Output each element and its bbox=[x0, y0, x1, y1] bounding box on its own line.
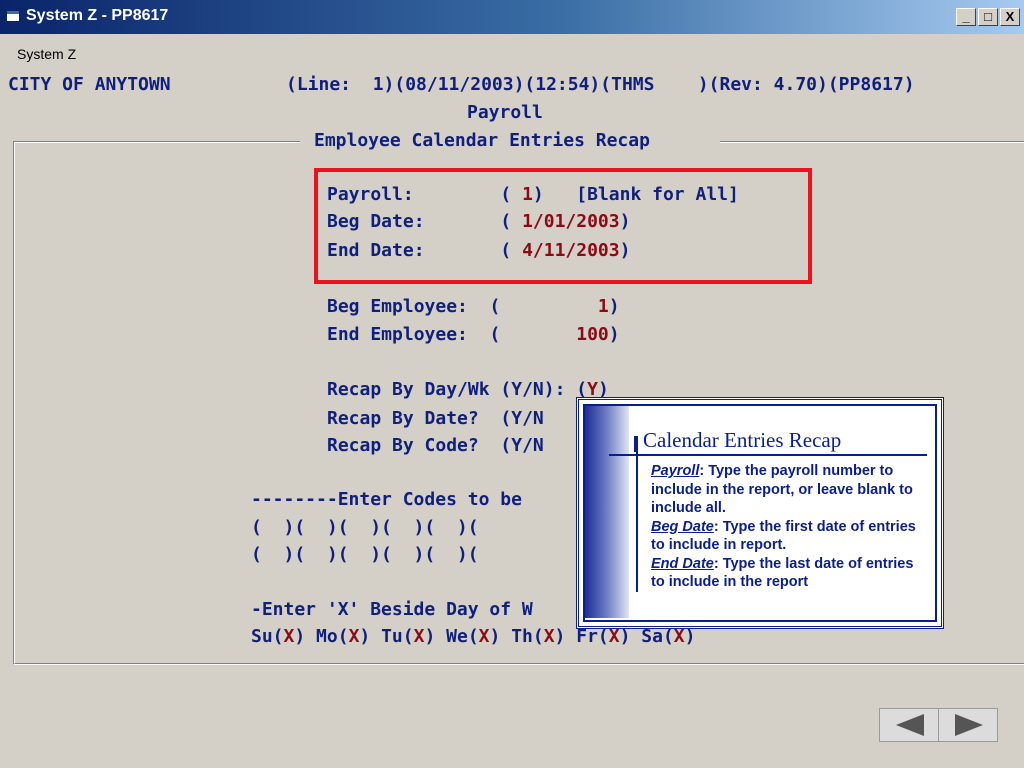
beg-employee-close: ) bbox=[608, 296, 620, 317]
recap-day-row: Recap By Day/Wk (Y/N): (Y) bbox=[327, 379, 609, 401]
days-heading: -Enter 'X' Beside Day of W bbox=[251, 599, 533, 620]
end-employee-row: End Employee: ( 100) bbox=[327, 324, 620, 346]
callout-title-tick bbox=[634, 436, 636, 452]
day-fr-close: ) bbox=[619, 626, 642, 647]
callout-body: Payroll: Type the payroll number to incl… bbox=[651, 462, 931, 592]
day-su-label: Su( bbox=[251, 626, 284, 647]
module-title: Payroll bbox=[467, 102, 543, 123]
callout-item-end-date: End Date: Type the last date of entries … bbox=[651, 555, 931, 592]
end-employee-close: ) bbox=[608, 324, 620, 345]
day-fr-label: Fr( bbox=[576, 626, 609, 647]
days-row: Su(X) Mo(X) Tu(X) We(X) Th(X) Fr(X) Sa(X… bbox=[251, 626, 695, 648]
day-sa-label: Sa( bbox=[641, 626, 674, 647]
screen-title: Employee Calendar Entries Recap bbox=[314, 130, 650, 151]
day-th-label: Th( bbox=[511, 626, 544, 647]
callout-title: Calendar Entries Recap bbox=[643, 428, 842, 452]
end-employee-label: End Employee: ( bbox=[327, 324, 501, 345]
window-title: System Z - PP8617 bbox=[26, 7, 169, 24]
end-employee-input[interactable]: 100 bbox=[500, 324, 609, 345]
callout-term-end-date: End Date bbox=[651, 555, 714, 572]
close-button[interactable]: X bbox=[1000, 8, 1020, 26]
triangle-left-icon bbox=[896, 714, 924, 736]
menubar: System Z bbox=[0, 34, 1024, 70]
day-sa-close: ) bbox=[684, 626, 696, 647]
next-slide-button[interactable] bbox=[938, 708, 998, 742]
beg-employee-input[interactable]: 1 bbox=[500, 296, 609, 317]
day-su-close: ) bbox=[294, 626, 317, 647]
prev-slide-button[interactable] bbox=[879, 708, 939, 742]
day-mo-input[interactable]: X bbox=[349, 626, 360, 647]
day-fr-input[interactable]: X bbox=[609, 626, 620, 647]
menu-system-z[interactable]: System Z bbox=[17, 46, 76, 62]
highlight-box bbox=[314, 168, 812, 284]
day-tu-close: ) bbox=[424, 626, 447, 647]
day-sa-input[interactable]: X bbox=[674, 626, 685, 647]
day-we-label: We( bbox=[446, 626, 479, 647]
org-name: CITY OF ANYTOWN bbox=[8, 74, 171, 95]
day-th-input[interactable]: X bbox=[544, 626, 555, 647]
beg-employee-label: Beg Employee: ( bbox=[327, 296, 501, 317]
callout-term-beg-date: Beg Date bbox=[651, 518, 714, 535]
day-mo-close: ) bbox=[359, 626, 382, 647]
window-icon bbox=[6, 10, 20, 22]
day-mo-label: Mo( bbox=[316, 626, 349, 647]
codes-heading: --------Enter Codes to be bbox=[251, 489, 522, 510]
callout-gradient-bar bbox=[585, 406, 629, 618]
day-tu-label: Tu( bbox=[381, 626, 414, 647]
maximize-button[interactable]: □ bbox=[978, 8, 998, 26]
day-we-input[interactable]: X bbox=[479, 626, 490, 647]
callout-term-payroll: Payroll bbox=[651, 463, 700, 479]
window-titlebar: System Z - PP8617 _ □ X bbox=[0, 0, 1024, 34]
codes-row-2[interactable]: ( )( )( )( )( )( bbox=[251, 544, 479, 566]
callout-horizontal-rule bbox=[609, 454, 927, 456]
day-su-input[interactable]: X bbox=[284, 626, 295, 647]
minimize-button[interactable]: _ bbox=[956, 8, 976, 26]
recap-date-label: Recap By Date? (Y/N bbox=[327, 408, 544, 429]
status-line: (Line: 1)(08/11/2003)(12:54)(THMS )(Rev:… bbox=[286, 74, 915, 95]
day-tu-input[interactable]: X bbox=[414, 626, 425, 647]
recap-code-label: Recap By Code? (Y/N bbox=[327, 435, 544, 456]
triangle-right-icon bbox=[955, 714, 983, 736]
help-callout: Calendar Entries Recap Payroll: Type the… bbox=[576, 397, 944, 629]
callout-item-payroll: Payroll: Type the payroll number to incl… bbox=[651, 462, 931, 518]
day-th-close: ) bbox=[554, 626, 577, 647]
codes-row-1[interactable]: ( )( )( )( )( )( bbox=[251, 517, 479, 539]
callout-vertical-rule bbox=[636, 436, 638, 592]
recap-day-label: Recap By Day/Wk (Y/N): ( bbox=[327, 379, 588, 400]
beg-employee-row: Beg Employee: ( 1) bbox=[327, 296, 620, 318]
day-we-close: ) bbox=[489, 626, 512, 647]
callout-item-beg-date: Beg Date: Type the first date of entries… bbox=[651, 518, 931, 555]
